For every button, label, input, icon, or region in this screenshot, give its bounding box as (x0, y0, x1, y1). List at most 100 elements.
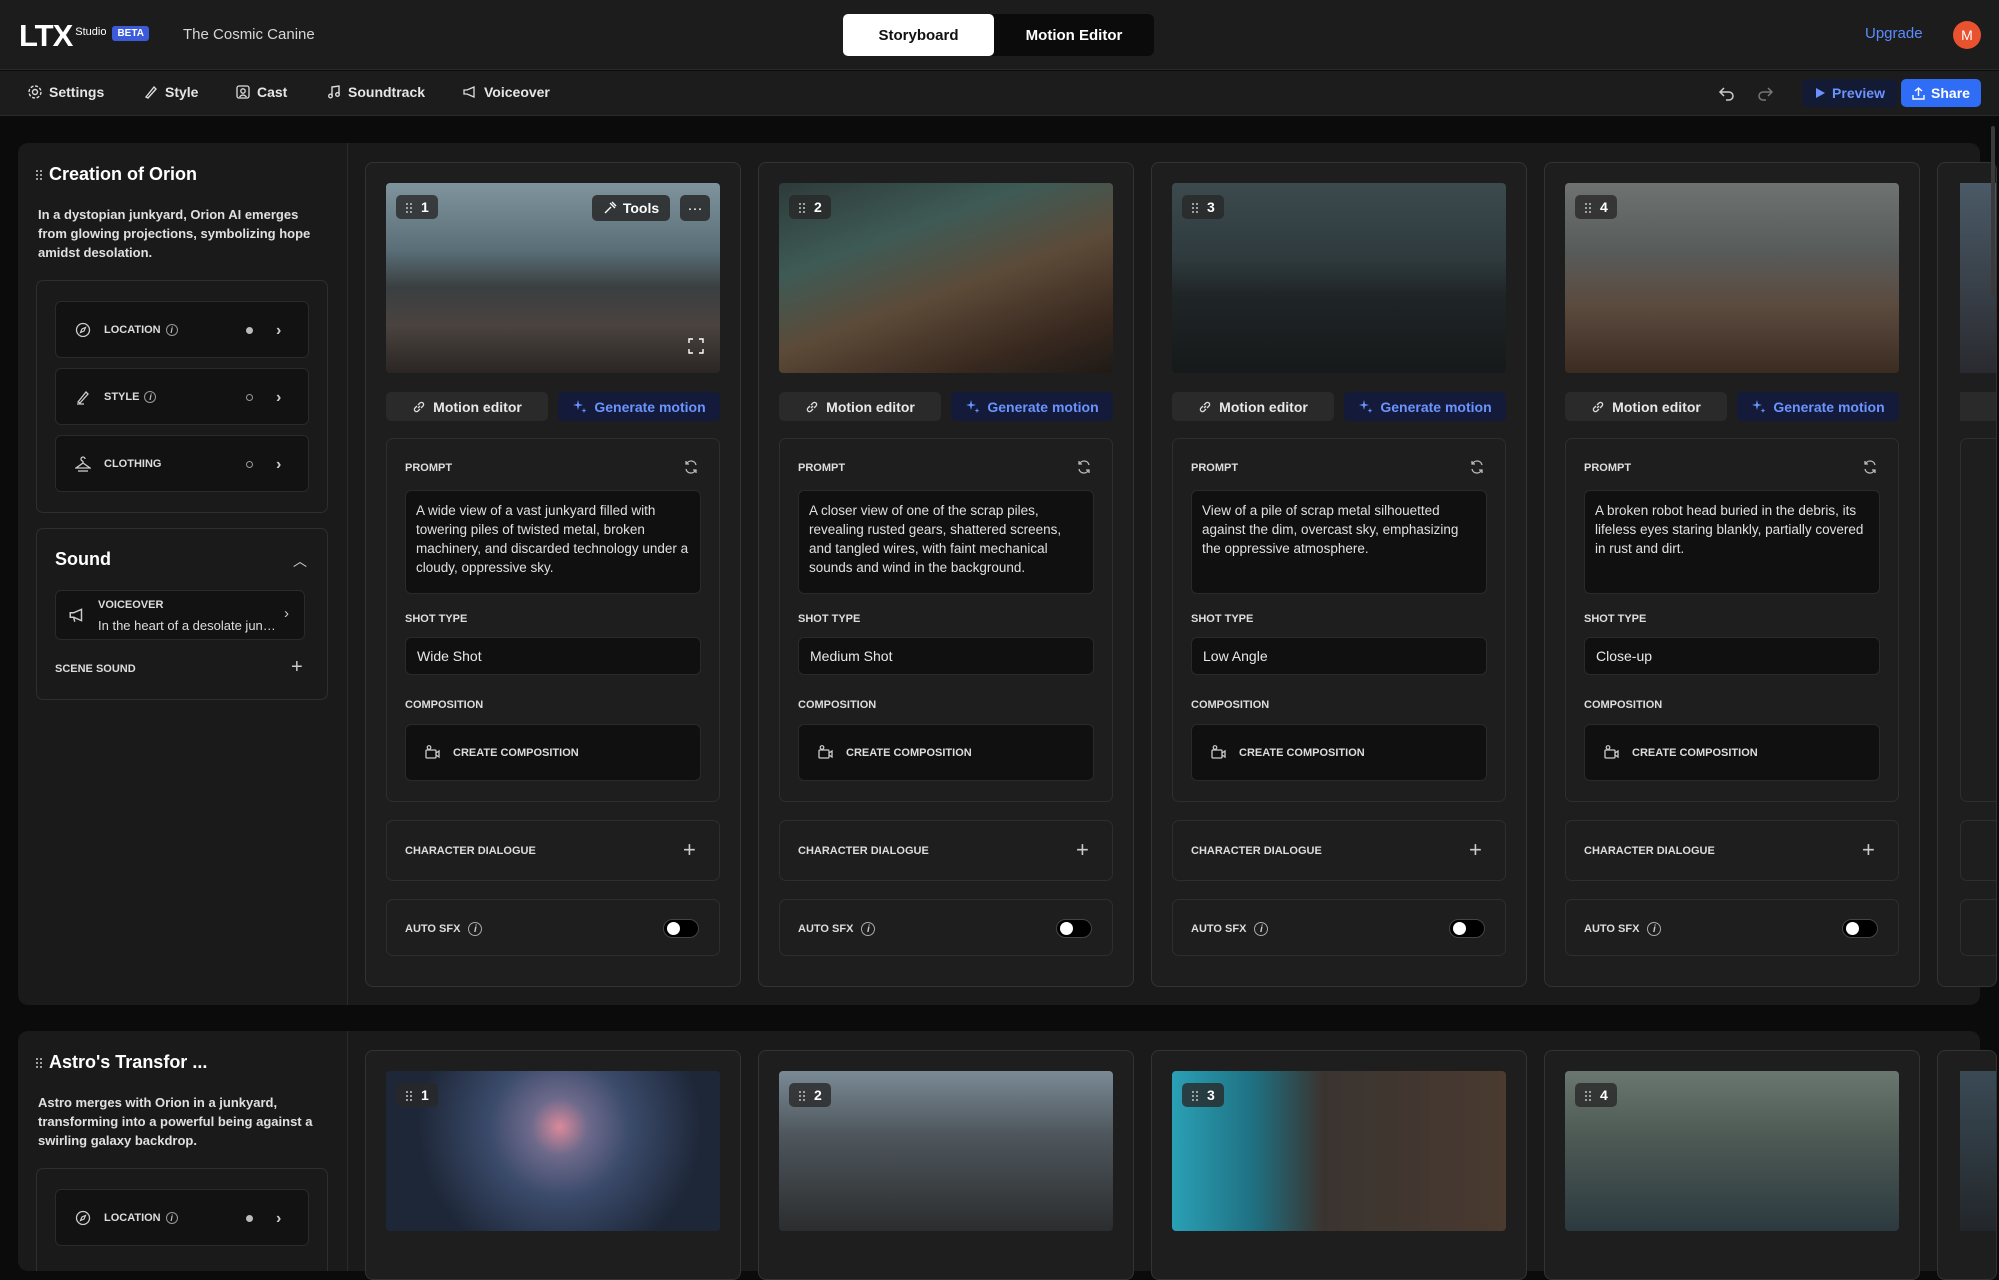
tools-button[interactable]: Tools (592, 195, 670, 221)
info-icon[interactable]: i (144, 390, 157, 403)
info-icon[interactable]: i (165, 323, 178, 336)
shot-card-partial[interactable] (1937, 1050, 1997, 1280)
auto-sfx-toggle[interactable] (1842, 919, 1878, 938)
drag-handle-icon[interactable] (35, 169, 43, 180)
location-row[interactable]: LOCATION i › (55, 301, 309, 358)
soundtrack-button[interactable]: Soundtrack (326, 84, 425, 100)
more-options-icon[interactable]: ··· (680, 195, 710, 221)
auto-sfx-toggle[interactable] (1056, 919, 1092, 938)
plus-icon[interactable]: + (1862, 837, 1875, 863)
redo-icon[interactable] (1754, 82, 1776, 104)
shot-thumbnail[interactable]: 1 Tools ··· (386, 183, 720, 373)
shot-type-input[interactable]: Low Angle (1191, 637, 1487, 675)
plus-icon[interactable]: + (1469, 837, 1482, 863)
undo-icon[interactable] (1716, 82, 1738, 104)
voiceover-row[interactable]: VOICEOVER In the heart of a desolate jun… (55, 590, 305, 640)
shot-thumbnail[interactable] (1960, 1071, 1996, 1231)
prompt-textarea[interactable]: A wide view of a vast junkyard filled wi… (405, 490, 701, 594)
upgrade-link[interactable]: Upgrade (1865, 25, 1923, 42)
brush-icon (143, 84, 159, 100)
share-button[interactable]: Share (1901, 79, 1981, 107)
character-dialogue-row[interactable]: CHARACTER DIALOGUE + (1565, 820, 1899, 881)
style-button[interactable]: Style (143, 84, 198, 100)
auto-sfx-toggle[interactable] (1449, 919, 1485, 938)
motion-editor-button[interactable]: Motion editor (386, 392, 548, 421)
refresh-icon[interactable] (1076, 459, 1092, 475)
create-composition-button[interactable]: CREATE COMPOSITION (1191, 724, 1487, 781)
user-avatar[interactable]: M (1953, 21, 1981, 49)
scene-title[interactable]: Creation of Orion (35, 164, 197, 185)
shot-number-badge[interactable]: 2 (789, 195, 831, 219)
refresh-icon[interactable] (1469, 459, 1485, 475)
cast-button[interactable]: Cast (235, 84, 287, 100)
chevron-up-icon[interactable]: ︿ (293, 551, 307, 571)
info-icon[interactable]: i (861, 922, 876, 936)
shot-number-badge[interactable]: 4 (1575, 195, 1617, 219)
shot-thumbnail[interactable]: 4 (1565, 1071, 1899, 1231)
scene-description[interactable]: In a dystopian junkyard, Orion AI emerge… (38, 205, 328, 262)
chevron-right-icon: › (276, 322, 282, 339)
info-icon[interactable]: i (1647, 922, 1662, 936)
project-name[interactable]: The Cosmic Canine (183, 26, 315, 43)
camera-icon (1604, 745, 1619, 759)
shot-thumbnail[interactable]: 1 (386, 1071, 720, 1231)
prompt-textarea[interactable]: A broken robot head buried in the debris… (1584, 490, 1880, 594)
create-composition-button[interactable]: CREATE COMPOSITION (405, 724, 701, 781)
plus-icon[interactable]: + (683, 837, 696, 863)
motion-editor-button[interactable] (1960, 392, 1996, 421)
character-dialogue-row[interactable]: CHARACTER DIALOGUE + (1172, 820, 1506, 881)
shot-number-badge[interactable]: 3 (1182, 195, 1224, 219)
shot-number-badge[interactable]: 2 (789, 1083, 831, 1107)
clothing-row[interactable]: CLOTHING › (55, 435, 309, 492)
shot-number-badge[interactable]: 1 (396, 1083, 438, 1107)
plus-icon[interactable]: + (291, 656, 303, 679)
shot-thumbnail[interactable]: 3 (1172, 1071, 1506, 1231)
location-row[interactable]: LOCATION i › (55, 1189, 309, 1246)
expand-icon[interactable] (688, 338, 704, 354)
motion-editor-button[interactable]: Motion editor (1172, 392, 1334, 421)
character-dialogue-row[interactable]: CHARACTER DIALOGUE + (779, 820, 1113, 881)
ltx-logo[interactable]: LTX Studio BETA (19, 18, 149, 54)
preview-button[interactable]: Preview (1802, 79, 1897, 107)
shot-thumbnail[interactable]: 3 (1172, 183, 1506, 373)
create-composition-button[interactable]: CREATE COMPOSITION (1584, 724, 1880, 781)
auto-sfx-toggle[interactable] (663, 919, 699, 938)
drag-handle-icon[interactable] (35, 1057, 43, 1068)
generate-motion-button[interactable]: Generate motion (558, 392, 720, 421)
character-dialogue-row[interactable] (1960, 820, 1996, 881)
refresh-icon[interactable] (1862, 459, 1878, 475)
scrollbar[interactable] (1991, 126, 1995, 296)
info-icon[interactable]: i (165, 1211, 178, 1224)
prompt-textarea[interactable]: A closer view of one of the scrap piles,… (798, 490, 1094, 594)
clothing-label: CLOTHING (104, 457, 162, 470)
character-dialogue-row[interactable]: CHARACTER DIALOGUE + (386, 820, 720, 881)
prompt-textarea[interactable]: View of a pile of scrap metal silhouette… (1191, 490, 1487, 594)
info-icon[interactable]: i (1254, 922, 1269, 936)
scene-title[interactable]: Astro's Transfor ... (35, 1052, 207, 1073)
shot-type-input[interactable]: Close-up (1584, 637, 1880, 675)
generate-motion-button[interactable]: Generate motion (951, 392, 1113, 421)
shot-thumbnail[interactable]: 2 (779, 1071, 1113, 1231)
voiceover-button[interactable]: Voiceover (462, 84, 550, 100)
shot-number-badge[interactable]: 3 (1182, 1083, 1224, 1107)
shot-type-input[interactable]: Wide Shot (405, 637, 701, 675)
shot-type-input[interactable]: Medium Shot (798, 637, 1094, 675)
motion-editor-button[interactable]: Motion editor (779, 392, 941, 421)
refresh-icon[interactable] (683, 459, 699, 475)
shot-card-partial[interactable] (1937, 162, 1997, 987)
plus-icon[interactable]: + (1076, 837, 1089, 863)
shot-thumbnail[interactable]: 4 (1565, 183, 1899, 373)
shot-number-badge[interactable]: 4 (1575, 1083, 1617, 1107)
tab-motion-editor[interactable]: Motion Editor (994, 14, 1154, 56)
generate-motion-button[interactable]: Generate motion (1737, 392, 1899, 421)
tab-storyboard[interactable]: Storyboard (843, 14, 994, 56)
shot-number-badge[interactable]: 1 (396, 195, 438, 219)
scene-description[interactable]: Astro merges with Orion in a junkyard, t… (38, 1093, 328, 1150)
settings-button[interactable]: Settings (27, 84, 104, 100)
generate-motion-button[interactable]: Generate motion (1344, 392, 1506, 421)
info-icon[interactable]: i (468, 922, 483, 936)
motion-editor-button[interactable]: Motion editor (1565, 392, 1727, 421)
shot-thumbnail[interactable]: 2 (779, 183, 1113, 373)
style-row[interactable]: STYLE i › (55, 368, 309, 425)
create-composition-button[interactable]: CREATE COMPOSITION (798, 724, 1094, 781)
